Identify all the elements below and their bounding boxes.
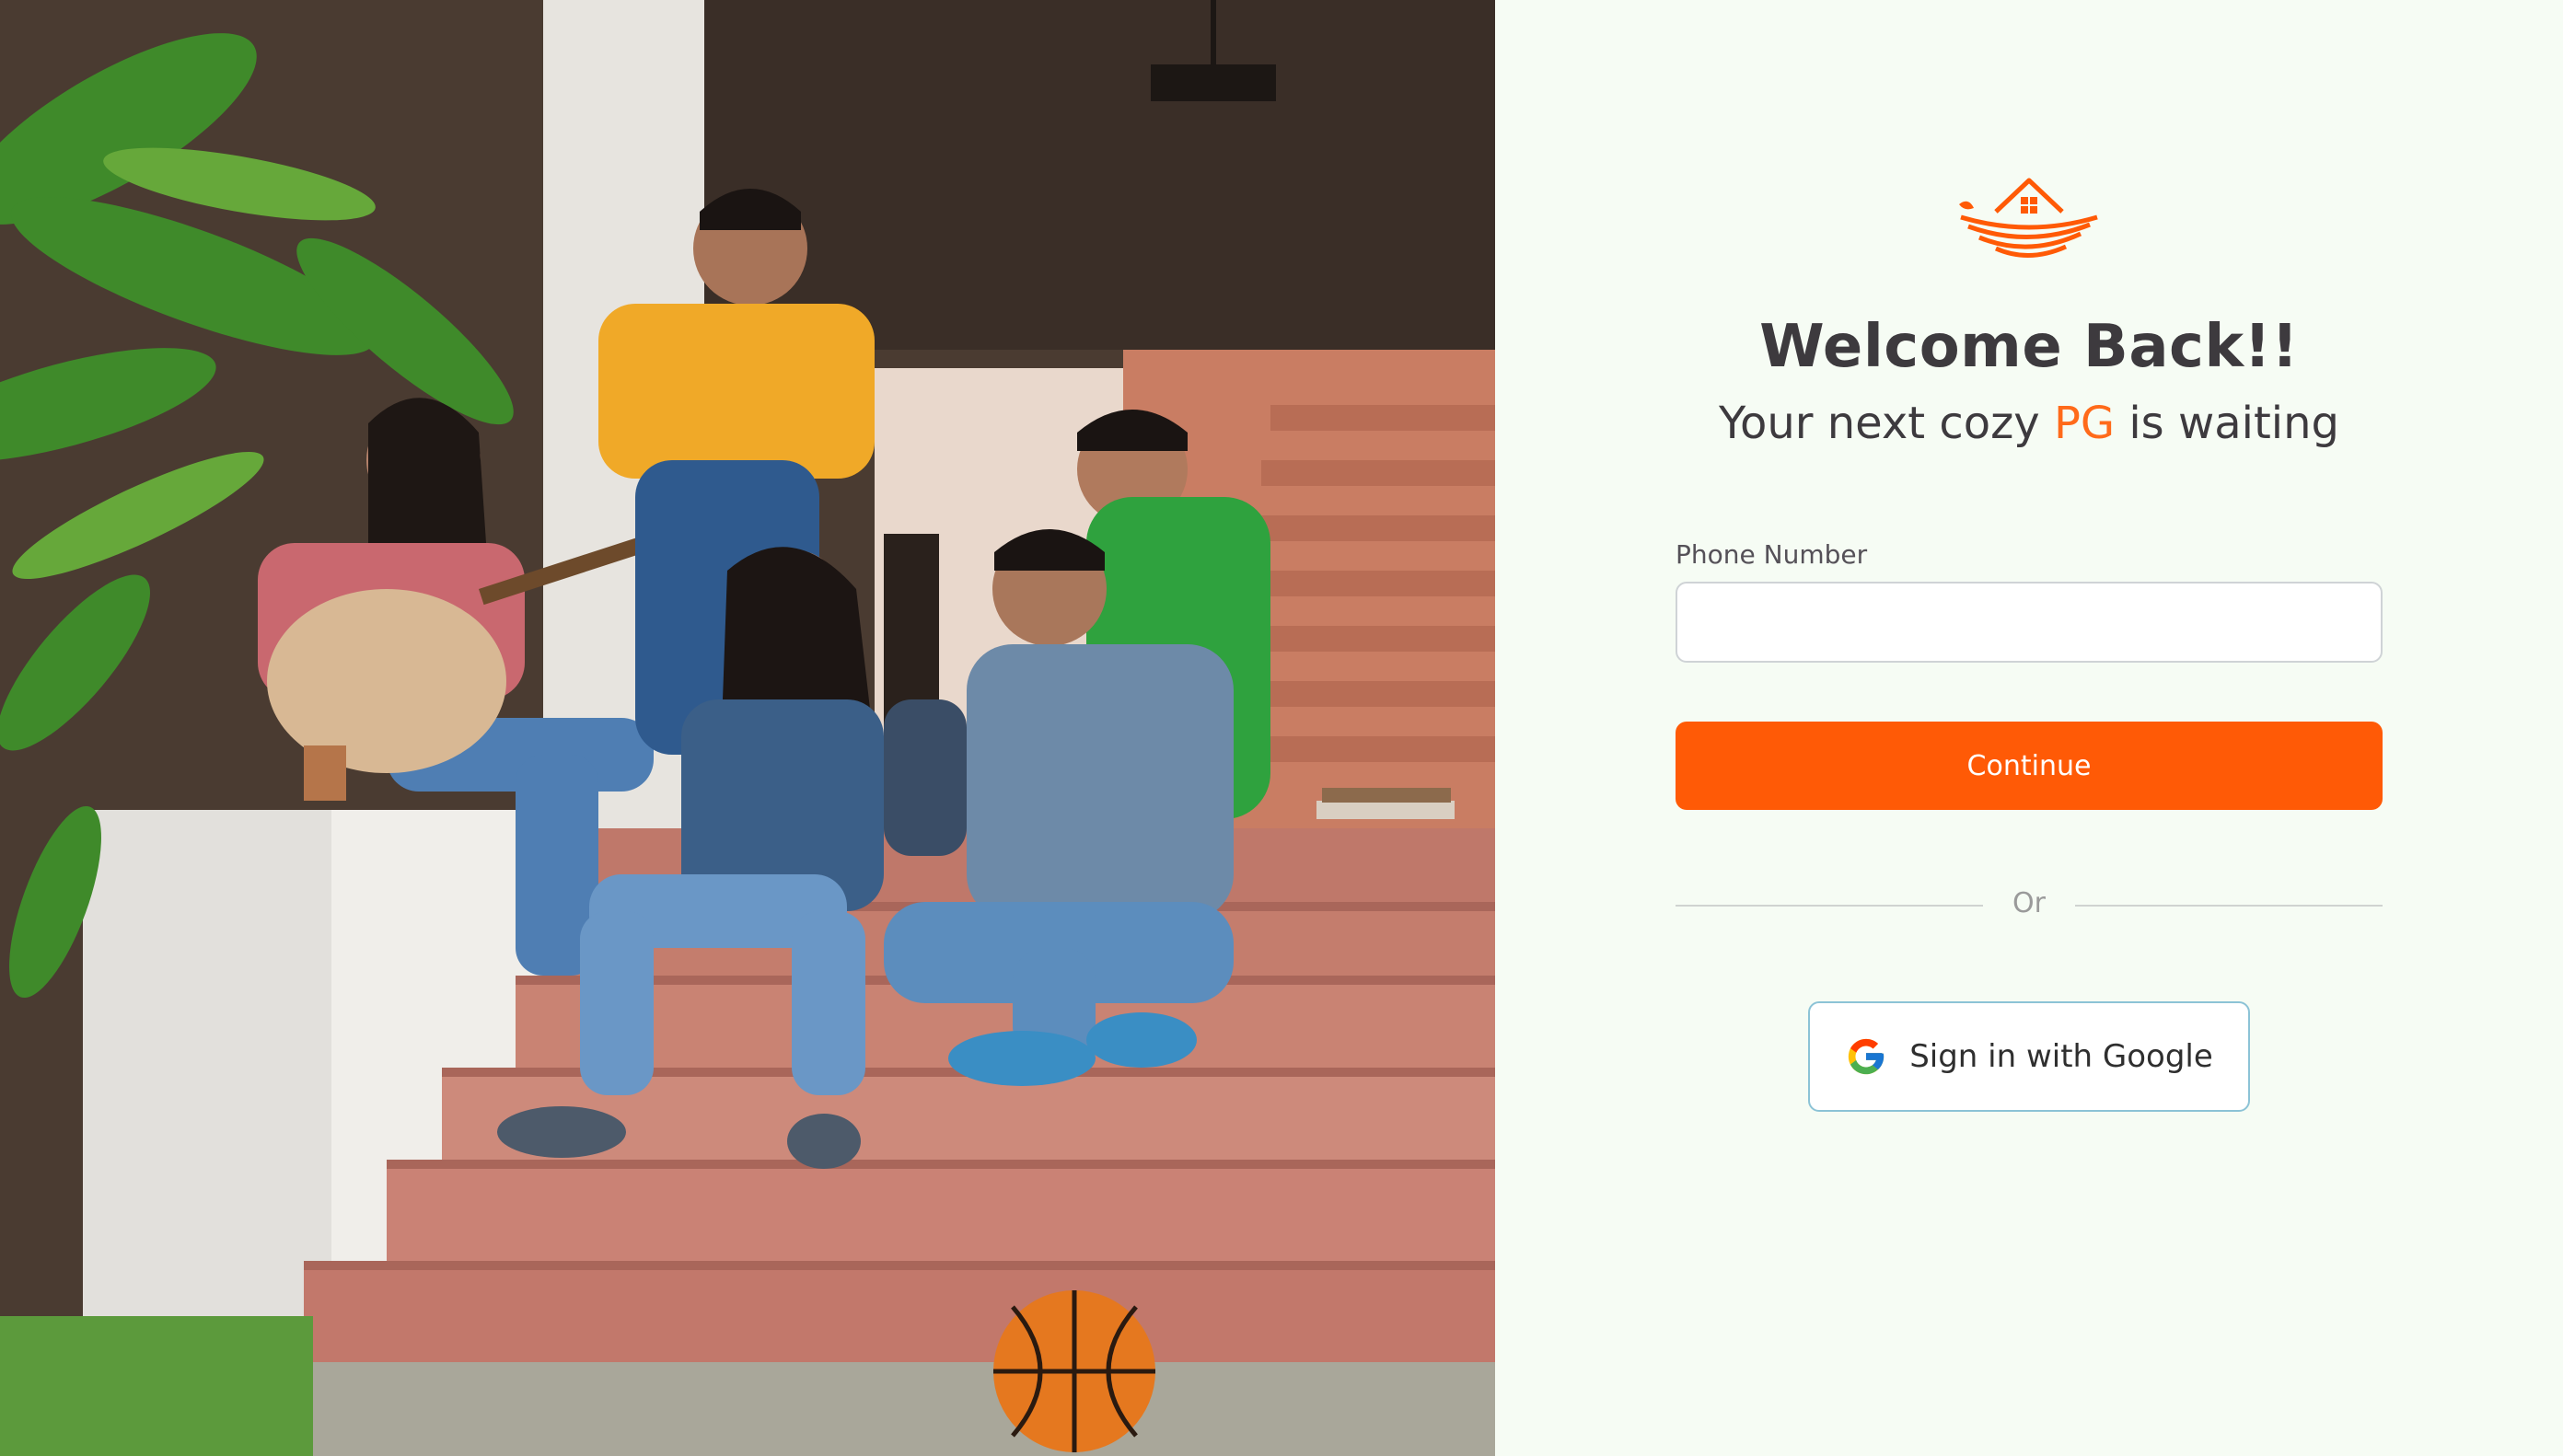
login-panel: Welcome Back!! Your next cozy PG is wait… (1495, 0, 2563, 1456)
google-sign-in-label: Sign in with Google (1909, 1038, 2213, 1075)
phone-number-input[interactable] (1676, 582, 2383, 663)
hero-photo-illustration (0, 0, 1495, 1456)
continue-button[interactable]: Continue (1676, 722, 2383, 810)
divider-line-left (1676, 905, 1983, 907)
subtitle-accent: PG (2053, 398, 2116, 449)
phone-number-label: Phone Number (1676, 539, 1868, 570)
subtitle-text-start: Your next cozy (1719, 398, 2054, 449)
google-sign-in-button[interactable]: Sign in with Google (1808, 1001, 2250, 1112)
divider-line-right (2075, 905, 2383, 907)
page-title: Welcome Back!! (1759, 313, 2299, 381)
house-nest-logo-icon (1955, 173, 2103, 265)
page-subtitle: Your next cozy PG is waiting (1495, 398, 2563, 449)
divider-or-text: Or (2012, 887, 2046, 919)
hero-photo (0, 0, 1495, 1456)
subtitle-text-end: is waiting (2115, 398, 2339, 449)
google-g-icon (1849, 1038, 1885, 1075)
